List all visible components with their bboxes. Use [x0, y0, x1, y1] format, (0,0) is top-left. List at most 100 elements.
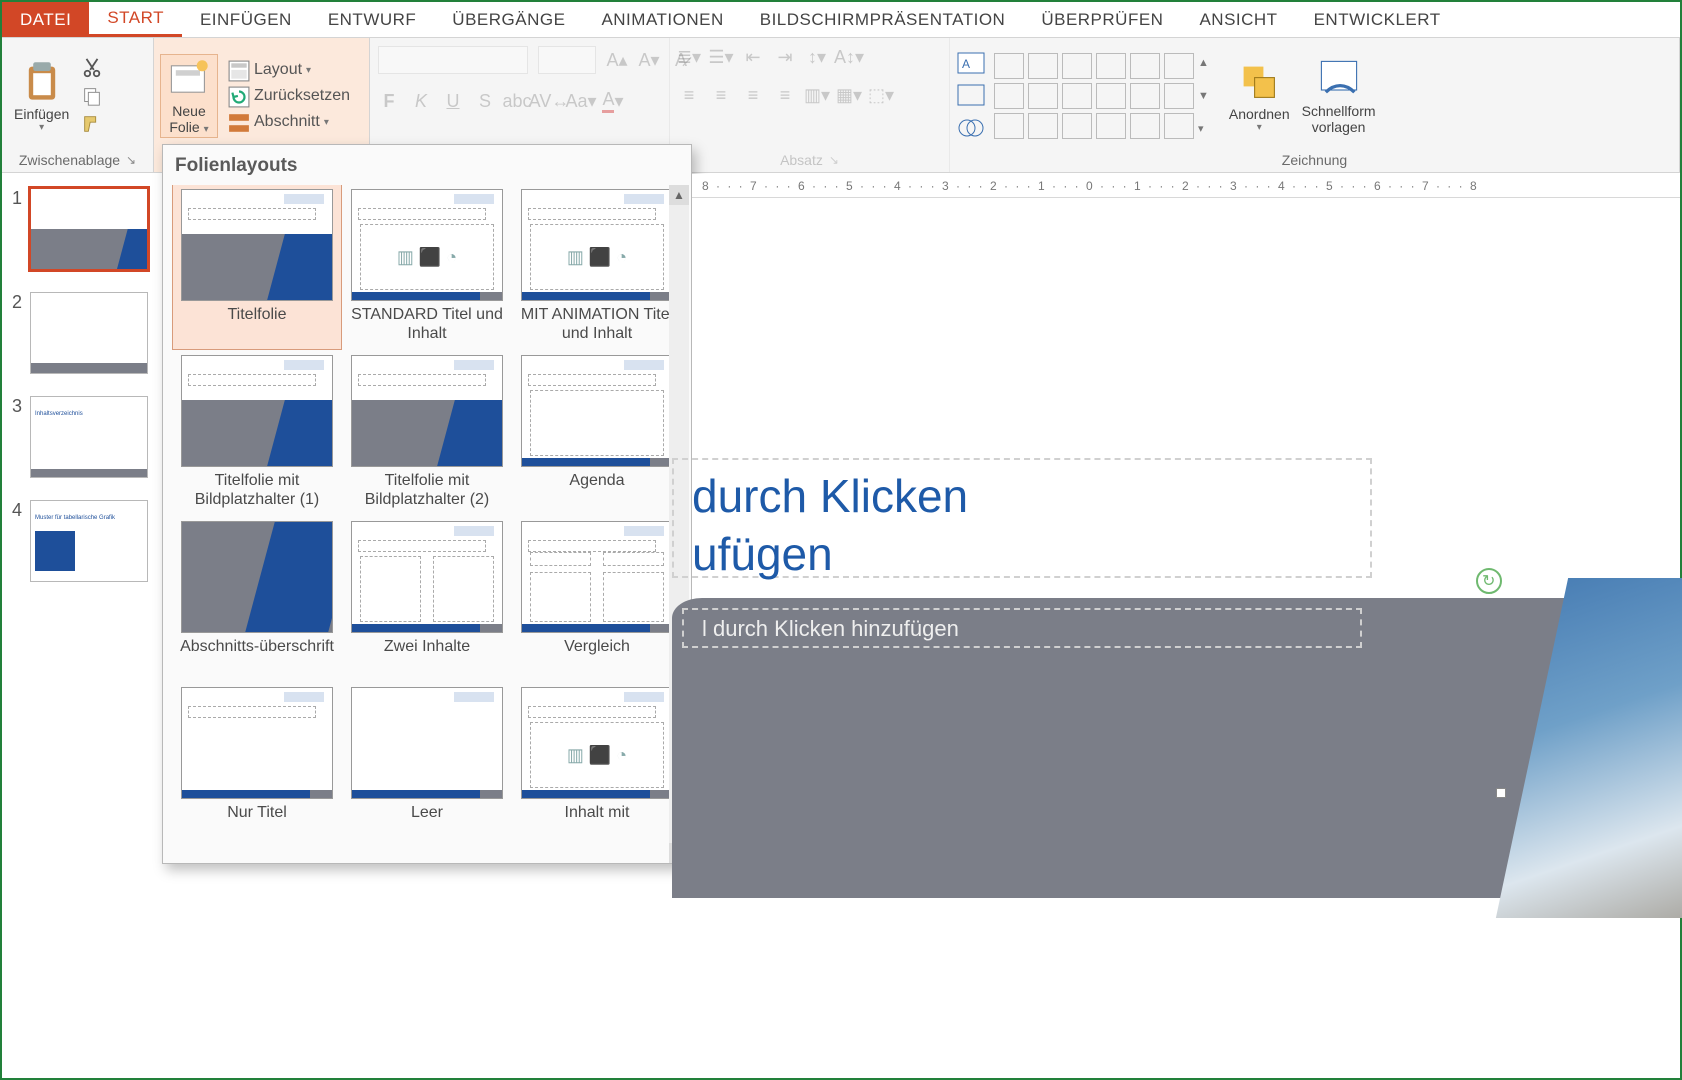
thumbnail-number: 3 [12, 396, 22, 417]
slide-editor[interactable]: Vi durch Klicken ufügen l durch Klicken … [692, 218, 1652, 878]
shapes-gallery[interactable] [994, 53, 1194, 139]
tab-insert[interactable]: EINFÜGEN [182, 2, 310, 37]
bold-button[interactable]: F [378, 90, 400, 112]
paragraph-launcher-icon[interactable]: ↘ [829, 153, 839, 167]
increase-font-icon[interactable]: A▴ [606, 49, 628, 71]
align-left-icon[interactable]: ≡ [678, 84, 700, 106]
new-slide-button[interactable]: Neue Folie ▾ [160, 54, 218, 138]
font-size-combo[interactable] [538, 46, 596, 74]
layout-option[interactable]: Abschnitts-überschrift [173, 517, 341, 681]
justify-icon[interactable]: ≡ [774, 84, 796, 106]
tab-developer[interactable]: ENTWICKLERT [1296, 2, 1459, 37]
font-name-combo[interactable] [378, 46, 528, 74]
tab-review[interactable]: ÜBERPRÜFEN [1023, 2, 1181, 37]
tab-start[interactable]: START [89, 2, 182, 37]
thumbnail-3[interactable]: 3 Inhaltsverzeichnis [2, 392, 162, 496]
clipboard-launcher-icon[interactable]: ↘ [126, 153, 136, 167]
thumbnail-number: 1 [12, 188, 22, 209]
line-spacing-icon[interactable]: ↕▾ [806, 46, 828, 68]
section-label: Abschnitt [254, 113, 320, 131]
textbox-icon[interactable]: A [956, 51, 986, 77]
tab-transitions[interactable]: ÜBERGÄNGE [434, 2, 583, 37]
increase-indent-icon[interactable]: ⇥ [774, 46, 796, 68]
section-icon [228, 112, 250, 132]
group-paragraph: ≣▾ ☰▾ ⇤ ⇥ ↕▾ A↕▾ ≡ ≡ ≡ ≡ ▥▾ ▦▾ ⬚▾ Absatz… [670, 38, 950, 172]
italic-button[interactable]: K [410, 90, 432, 112]
gallery-down-icon[interactable]: ▼ [1198, 90, 1209, 102]
align-text-icon[interactable]: ▦▾ [838, 84, 860, 106]
layout-option[interactable]: Titelfolie mit Bildplatzhalter (1) [173, 351, 341, 515]
section-button[interactable]: Abschnitt ▾ [224, 110, 354, 134]
tab-view[interactable]: ANSICHT [1181, 2, 1295, 37]
shape-box-icon[interactable] [956, 83, 986, 109]
title-placeholder[interactable]: durch Klicken ufügen [692, 468, 968, 583]
thumbnail-1[interactable]: 1 [2, 184, 162, 288]
svg-text:A: A [962, 57, 970, 71]
layout-option[interactable]: Zwei Inhalte [343, 517, 511, 681]
thumbnail-4[interactable]: 4 Muster für tabellarische Grafik [2, 496, 162, 600]
layout-option-label: Titelfolie mit Bildplatzhalter (1) [177, 471, 337, 511]
tab-design[interactable]: ENTWURF [310, 2, 434, 37]
align-right-icon[interactable]: ≡ [742, 84, 764, 106]
horizontal-ruler: 8 · · · 7 · · · 6 · · · 5 · · · 4 · · · … [692, 174, 1680, 198]
layout-option[interactable]: Titelfolie [173, 185, 341, 349]
title-text-1: durch Klicken [692, 470, 968, 522]
bullets-icon[interactable]: ≣▾ [678, 46, 700, 68]
tab-animations[interactable]: ANIMATIONEN [583, 2, 741, 37]
quick-styles-button[interactable]: Schnellform vorlagen [1296, 55, 1382, 137]
columns-icon[interactable]: ▥▾ [806, 84, 828, 106]
thumbnail-2[interactable]: 2 [2, 288, 162, 392]
smartart-icon[interactable]: ⬚▾ [870, 84, 892, 106]
thumb-text: Muster für tabellarische Grafik [35, 515, 115, 521]
text-direction-icon[interactable]: A↕▾ [838, 46, 860, 68]
change-case-button[interactable]: Aa▾ [570, 90, 592, 112]
underline-button[interactable]: U [442, 90, 464, 112]
flyout-title: Folienlayouts [163, 145, 691, 185]
copy-icon[interactable] [79, 85, 105, 107]
font-color-button[interactable]: A▾ [602, 90, 624, 112]
cut-icon[interactable] [79, 57, 105, 79]
new-slide-icon [167, 57, 211, 101]
layout-option[interactable]: ▥ ⬛ ◔Inhalt mit [513, 683, 681, 847]
shadow-button[interactable]: S [474, 90, 496, 112]
arrange-button[interactable]: Anordnen ▾ [1223, 58, 1296, 135]
reset-label: Zurücksetzen [254, 87, 350, 105]
new-slide-dropdown-icon: ▾ [204, 124, 209, 135]
layout-button[interactable]: Layout ▾ [224, 58, 354, 82]
strike-button[interactable]: abc [506, 90, 528, 112]
group-drawing: A ▲ ▼ ▾ Anordnen ▾ Schnellform [950, 38, 1680, 172]
thumbnail-preview [30, 188, 148, 270]
rotate-handle-icon[interactable] [1476, 568, 1502, 594]
tab-file[interactable]: DATEI [2, 2, 89, 37]
decrease-font-icon[interactable]: A▾ [638, 49, 660, 71]
layout-option-label: Inhalt mit [565, 803, 630, 843]
layout-option-label: Agenda [569, 471, 624, 511]
layout-option[interactable]: Agenda [513, 351, 681, 515]
thumbnail-number: 4 [12, 500, 22, 521]
selection-handle[interactable] [1496, 788, 1506, 798]
layout-option[interactable]: Titelfolie mit Bildplatzhalter (2) [343, 351, 511, 515]
layout-option[interactable]: ▥ ⬛ ◔MIT ANIMATION Titel und Inhalt [513, 185, 681, 349]
ribbon-tabs: DATEI START EINFÜGEN ENTWURF ÜBERGÄNGE A… [2, 2, 1680, 38]
format-painter-icon[interactable] [79, 113, 105, 135]
char-spacing-button[interactable]: AV↔ [538, 90, 560, 112]
reset-button[interactable]: Zurücksetzen [224, 84, 354, 108]
layout-option-label: Nur Titel [227, 803, 287, 843]
layout-option[interactable]: Leer [343, 683, 511, 847]
layout-option[interactable]: ▥ ⬛ ◔STANDARD Titel und Inhalt [343, 185, 511, 349]
gallery-more-icon[interactable]: ▾ [1198, 122, 1209, 135]
layout-option[interactable]: Nur Titel [173, 683, 341, 847]
align-center-icon[interactable]: ≡ [710, 84, 732, 106]
paste-button[interactable]: Einfügen ▾ [8, 58, 75, 135]
layout-option[interactable]: Vergleich [513, 517, 681, 681]
numbering-icon[interactable]: ☰▾ [710, 46, 732, 68]
thumbnail-number: 2 [12, 292, 22, 313]
shape-merge-icon[interactable] [956, 115, 986, 141]
decrease-indent-icon[interactable]: ⇤ [742, 46, 764, 68]
thumbnail-preview: Muster für tabellarische Grafik [30, 500, 148, 582]
gallery-up-icon[interactable]: ▲ [1198, 57, 1209, 69]
slide-thumbnails-panel: 1 2 3 Inhaltsverzeichnis 4 Muster für ta… [2, 174, 162, 1078]
tab-slideshow[interactable]: BILDSCHIRMPRÄSENTATION [742, 2, 1024, 37]
scroll-up-icon[interactable]: ▲ [669, 185, 689, 205]
subtitle-placeholder[interactable]: l durch Klicken hinzufügen [702, 616, 959, 642]
